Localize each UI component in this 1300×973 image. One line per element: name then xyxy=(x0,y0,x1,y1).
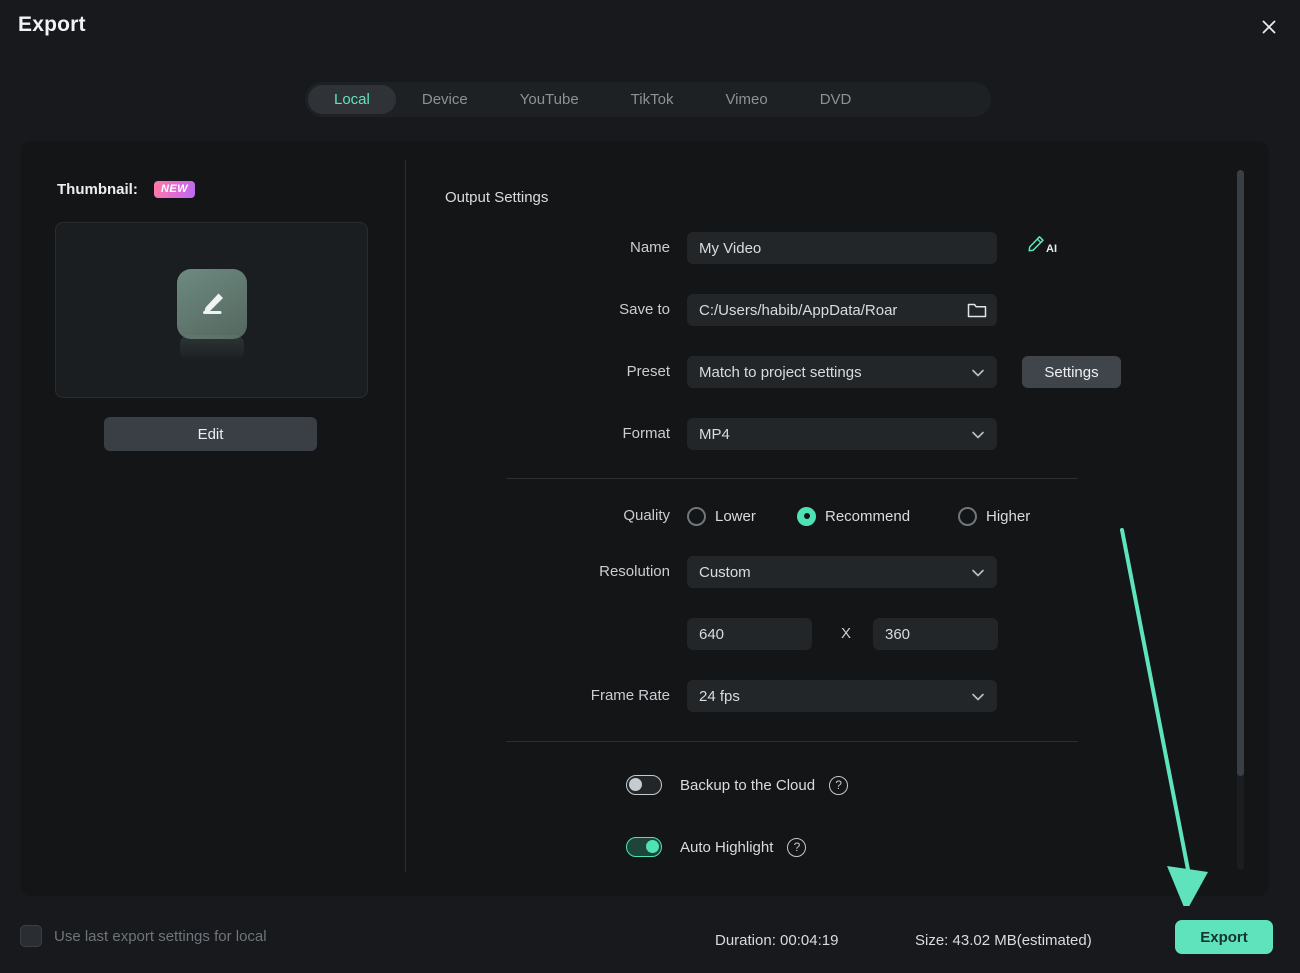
resolution-row: Resolution xyxy=(530,556,670,588)
tab-label: Local xyxy=(334,91,370,108)
settings-scrollbar-track[interactable] xyxy=(1237,170,1244,870)
title-bar: Export xyxy=(0,0,1300,56)
section-divider-top xyxy=(506,478,1078,479)
duration-text: Duration: 00:04:19 xyxy=(715,932,838,949)
new-badge: NEW xyxy=(154,181,195,198)
pencil-icon xyxy=(177,269,247,339)
quality-option-label: Lower xyxy=(715,508,756,525)
radio-icon xyxy=(958,507,977,526)
section-divider-bottom xyxy=(506,741,1078,742)
use-last-settings-label: Use last export settings for local xyxy=(54,928,267,945)
resolution-width-value: 640 xyxy=(699,626,724,643)
quality-option-lower[interactable]: Lower xyxy=(687,500,756,532)
size-text: Size: 43.02 MB(estimated) xyxy=(915,932,1092,949)
frame-rate-value: 24 fps xyxy=(699,688,740,705)
tab-label: TikTok xyxy=(631,91,674,108)
backup-to-cloud-row: Backup to the Cloud ? xyxy=(626,772,848,798)
name-value: My Video xyxy=(699,240,761,257)
bottom-bar: Use last export settings for local Durat… xyxy=(0,906,1300,973)
resolution-width-input[interactable]: 640 xyxy=(687,618,812,650)
quality-option-recommend[interactable]: Recommend xyxy=(797,500,910,532)
tab-local[interactable]: Local xyxy=(308,85,396,114)
preset-settings-button[interactable]: Settings xyxy=(1022,356,1121,388)
preset-value: Match to project settings xyxy=(699,364,862,381)
resolution-height-value: 360 xyxy=(885,626,910,643)
chevron-down-icon xyxy=(971,566,985,583)
save-to-row: Save to xyxy=(530,294,670,326)
resolution-value: Custom xyxy=(699,564,751,581)
quality-option-higher[interactable]: Higher xyxy=(958,500,1030,532)
name-row: Name xyxy=(530,232,670,264)
resolution-select[interactable]: Custom xyxy=(687,556,997,588)
thumbnail-label: Thumbnail: xyxy=(57,181,138,198)
tab-tiktok[interactable]: TikTok xyxy=(605,85,700,114)
chevron-down-icon xyxy=(971,428,985,445)
preset-label: Preset xyxy=(627,356,670,388)
chevron-down-icon xyxy=(971,366,985,383)
frame-rate-label: Frame Rate xyxy=(591,680,670,712)
tab-dvd[interactable]: DVD xyxy=(794,85,878,114)
page-title: Export xyxy=(18,13,86,37)
tab-device[interactable]: Device xyxy=(396,85,494,114)
settings-scrollbar-thumb[interactable] xyxy=(1237,170,1244,776)
close-icon xyxy=(1260,18,1278,36)
name-input[interactable]: My Video xyxy=(687,232,997,264)
backup-to-cloud-label: Backup to the Cloud xyxy=(680,777,815,794)
backup-to-cloud-toggle[interactable] xyxy=(626,775,662,795)
use-last-settings-checkbox[interactable]: Use last export settings for local xyxy=(20,925,267,947)
chevron-down-icon xyxy=(971,690,985,707)
save-to-input[interactable]: C:/Users/habib/AppData/Roar xyxy=(687,294,997,326)
panel-vertical-divider xyxy=(405,160,406,872)
export-button[interactable]: Export xyxy=(1175,920,1273,954)
resolution-separator: X xyxy=(836,618,856,650)
output-settings-title: Output Settings xyxy=(445,189,548,206)
auto-highlight-row: Auto Highlight ? xyxy=(626,834,806,860)
thumbnail-preview[interactable] xyxy=(55,222,368,398)
tab-vimeo[interactable]: Vimeo xyxy=(699,85,793,114)
question-icon[interactable]: ? xyxy=(829,776,848,795)
format-select[interactable]: MP4 xyxy=(687,418,997,450)
preset-row: Preset xyxy=(530,356,670,388)
tab-label: DVD xyxy=(820,91,852,108)
auto-highlight-label: Auto Highlight xyxy=(680,839,773,856)
question-icon[interactable]: ? xyxy=(787,838,806,857)
tab-label: YouTube xyxy=(520,91,579,108)
tab-label: Device xyxy=(422,91,468,108)
toggle-knob xyxy=(629,778,642,791)
format-value: MP4 xyxy=(699,426,730,443)
resolution-label: Resolution xyxy=(599,556,670,588)
radio-icon xyxy=(687,507,706,526)
thumbnail-reflection xyxy=(180,335,244,361)
folder-icon[interactable] xyxy=(967,301,987,323)
quality-option-label: Higher xyxy=(986,508,1030,525)
tab-youtube[interactable]: YouTube xyxy=(494,85,605,114)
tab-label: Vimeo xyxy=(725,91,767,108)
export-target-tabs: Local Device YouTube TikTok Vimeo DVD xyxy=(305,82,991,117)
quality-row: Quality xyxy=(530,500,670,532)
checkbox-icon xyxy=(20,925,42,947)
radio-icon-selected xyxy=(797,507,816,526)
frame-rate-row: Frame Rate xyxy=(530,680,670,712)
resolution-height-input[interactable]: 360 xyxy=(873,618,998,650)
quality-label: Quality xyxy=(623,500,670,532)
name-label: Name xyxy=(630,232,670,264)
format-row: Format xyxy=(530,418,670,450)
edit-thumbnail-button[interactable]: Edit xyxy=(104,417,317,451)
auto-highlight-toggle[interactable] xyxy=(626,837,662,857)
ai-pen-icon[interactable]: AI xyxy=(1026,234,1062,260)
ai-label: AI xyxy=(1046,243,1057,255)
preset-select[interactable]: Match to project settings xyxy=(687,356,997,388)
toggle-knob xyxy=(646,840,659,853)
quality-option-label: Recommend xyxy=(825,508,910,525)
close-button[interactable] xyxy=(1252,10,1286,44)
save-to-label: Save to xyxy=(619,294,670,326)
frame-rate-select[interactable]: 24 fps xyxy=(687,680,997,712)
format-label: Format xyxy=(622,418,670,450)
save-to-value: C:/Users/habib/AppData/Roar xyxy=(699,302,897,319)
